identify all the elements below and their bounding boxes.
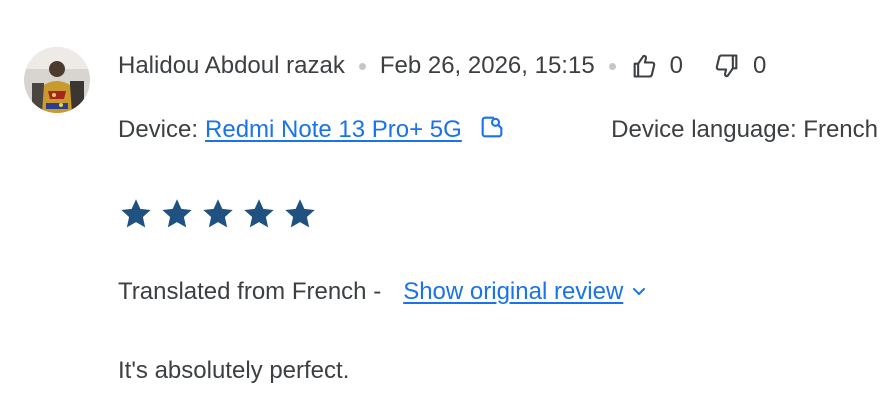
review-card: Halidou Abdoul razak Feb 26, 2026, 15:15… [0, 0, 890, 406]
avatar [24, 47, 90, 113]
chevron-down-icon[interactable] [631, 278, 647, 306]
thumbs-down-count: 0 [753, 52, 767, 79]
device-language: Device language: French [611, 116, 878, 143]
separator-dot [358, 62, 366, 70]
thumbs-up-button[interactable]: 0 [630, 52, 683, 80]
device-label: Device: [118, 116, 199, 143]
separator-dot [608, 62, 616, 70]
star-rating [118, 194, 318, 234]
star-icon [162, 199, 192, 228]
open-device-icon[interactable] [478, 113, 506, 148]
author-name: Halidou Abdoul razak [118, 52, 345, 79]
thumbs-down-icon [713, 52, 741, 80]
review-text-row: It's absolutely perfect. [118, 353, 349, 389]
star-list [118, 196, 318, 232]
star-icon [203, 199, 233, 228]
translated-label: Translated from French - [118, 278, 382, 305]
thumbs-down-button[interactable]: 0 [713, 52, 766, 80]
thumbs-up-count: 0 [669, 52, 684, 79]
star-icon [244, 199, 274, 228]
thumbs-up-icon [630, 52, 658, 80]
review-text: It's absolutely perfect. [118, 357, 350, 384]
translation-row: Translated from French - Show original r… [118, 274, 647, 310]
star-icon [121, 199, 151, 228]
device-link[interactable]: Redmi Note 13 Pro+ 5G [205, 116, 462, 144]
device-info: Device: Redmi Note 13 Pro+ 5G Device lan… [118, 112, 878, 148]
review-header: Halidou Abdoul razak Feb 26, 2026, 15:15… [118, 48, 766, 84]
review-date: Feb 26, 2026, 15:15 [379, 52, 595, 79]
show-original-link[interactable]: Show original review [403, 278, 623, 306]
star-icon [285, 199, 315, 228]
